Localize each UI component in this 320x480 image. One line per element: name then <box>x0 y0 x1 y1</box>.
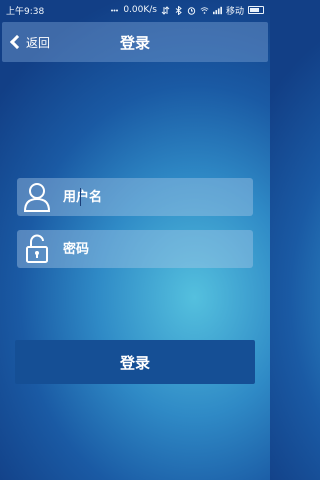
user-icon <box>17 178 57 216</box>
login-button[interactable]: 登录 <box>15 340 255 384</box>
username-field[interactable] <box>17 178 253 216</box>
back-button[interactable]: 返回 <box>6 30 50 54</box>
username-input[interactable] <box>57 178 253 216</box>
password-field[interactable] <box>17 230 253 268</box>
alarm-icon <box>187 6 196 15</box>
wifi-icon <box>200 6 209 14</box>
signal-dots-icon <box>111 9 119 11</box>
status-icons: 0.00K/s 移动 <box>110 4 264 17</box>
title-bar: 返回 登录 <box>2 22 268 62</box>
bluetooth-icon <box>175 5 182 15</box>
carrier-label: 移动 <box>225 6 244 17</box>
chevron-left-icon <box>9 34 25 50</box>
signal-bars-icon <box>212 6 222 14</box>
text-caret <box>80 188 81 206</box>
page-title: 登录 <box>119 33 150 52</box>
status-bar: 上午9:38 0.00K/s 移动 <box>0 0 270 20</box>
network-speed: 0.00K/s <box>123 5 157 15</box>
status-time: 上午9:38 <box>6 6 45 17</box>
lock-open-icon <box>17 230 57 268</box>
download-arrows-icon <box>161 5 170 15</box>
back-label: 返回 <box>26 35 51 50</box>
battery-icon <box>248 6 264 14</box>
password-input[interactable] <box>57 230 253 268</box>
